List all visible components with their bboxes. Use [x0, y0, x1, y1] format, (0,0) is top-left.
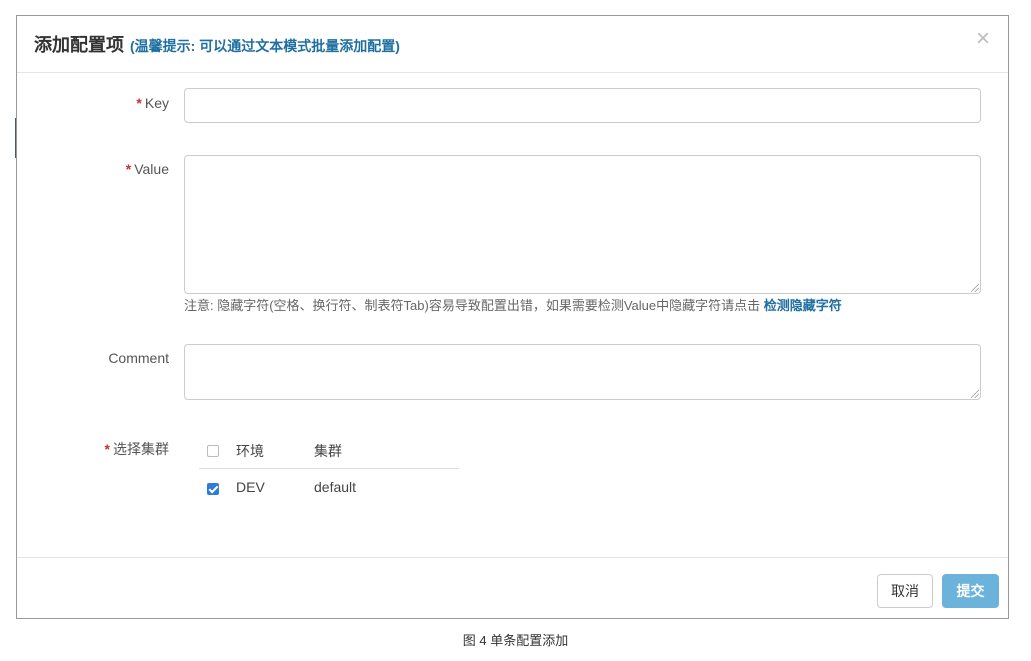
cancel-button[interactable]: 取消 — [877, 574, 933, 608]
close-icon[interactable]: × — [973, 27, 993, 51]
key-label-text: Key — [144, 95, 169, 111]
cluster-label: * 选择集群 — [19, 439, 169, 459]
row-cluster: default — [314, 479, 357, 495]
modal-header: 添加配置项 (温馨提示: 可以通过文本模式批量添加配置) × — [17, 16, 1008, 73]
required-mark: * — [104, 441, 110, 457]
key-input[interactable] — [184, 88, 981, 123]
comment-label: Comment — [108, 350, 169, 366]
required-mark: * — [136, 95, 142, 111]
value-label: * Value — [19, 161, 169, 177]
value-note-text: 注意: 隐藏字符(空格、换行符、制表符Tab)容易导致配置出错，如果需要检测Va… — [184, 298, 761, 313]
key-label: * Key — [19, 95, 169, 111]
figure-caption: 图 4 单条配置添加 — [462, 633, 569, 648]
row-env: DEV — [236, 479, 265, 495]
select-all-checkbox[interactable] — [207, 445, 219, 457]
required-mark: * — [125, 161, 132, 177]
table-row[interactable]: DEV default — [199, 469, 459, 503]
cluster-label-text: 选择集群 — [113, 441, 169, 457]
add-config-modal: 添加配置项 (温馨提示: 可以通过文本模式批量添加配置) × * Key * Valu… — [16, 15, 1009, 619]
modal-tip: (温馨提示: 可以通过文本模式批量添加配置) — [130, 38, 400, 54]
check-hidden-chars-link[interactable]: 检测隐藏字符 — [764, 298, 842, 313]
modal-footer: 取消 提交 — [17, 557, 1008, 618]
column-cluster: 集群 — [314, 443, 342, 459]
value-hidden-char-note: 注意: 隐藏字符(空格、换行符、制表符Tab)容易导致配置出错，如果需要检测Va… — [184, 295, 842, 314]
value-textarea[interactable] — [184, 155, 981, 294]
cluster-table-header: 环境 集群 — [199, 433, 459, 469]
value-label-text: Value — [134, 161, 169, 177]
column-env: 环境 — [236, 443, 264, 459]
row-checkbox[interactable] — [207, 483, 219, 495]
modal-title: 添加配置项 (温馨提示: 可以通过文本模式批量添加配置) — [34, 31, 400, 57]
comment-textarea[interactable] — [184, 344, 981, 400]
cluster-table: 环境 集群 DEV default — [199, 433, 459, 503]
submit-button[interactable]: 提交 — [942, 574, 999, 608]
modal-title-text: 添加配置项 — [34, 35, 124, 55]
